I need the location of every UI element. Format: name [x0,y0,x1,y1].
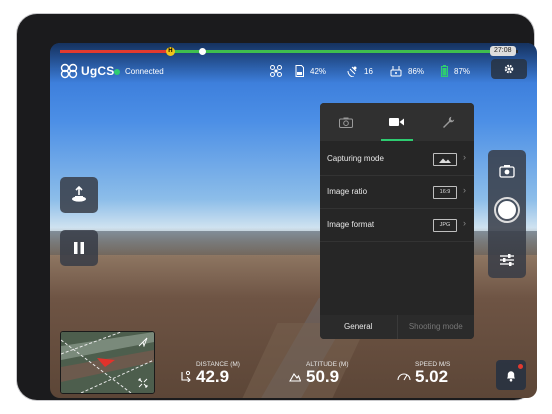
image-format-row[interactable]: Image format JPG › [320,209,474,242]
sd-card-status: 42% [295,65,326,77]
shutter-inner [498,201,516,219]
gear-icon [504,64,514,74]
camera-settings-tabs [320,103,474,141]
ugcs-logo-icon [60,63,78,79]
timeline-elapsed [60,50,170,53]
pause-icon [74,242,84,254]
timeline-knob[interactable] [198,48,206,55]
chevron-right-icon: › [463,218,466,228]
image-format-label: Image format [327,220,375,229]
notifications-button[interactable] [496,360,526,390]
image-format-value: JPG [433,219,457,232]
chevron-right-icon: › [463,185,466,195]
pause-button[interactable] [60,230,98,266]
tab-video[interactable] [371,103,422,141]
remote-battery-value: 86% [408,66,425,76]
tab-tools[interactable] [423,103,474,141]
camera-feed: H 27:08 UgCS Connected 42% 16 86% 87% Ca… [50,43,537,398]
flight-time-badge: 27:08 [490,46,516,56]
takeoff-icon [72,186,86,202]
video-camera-icon [389,118,405,126]
takeoff-button[interactable] [60,177,98,213]
drone-battery-value: 87% [454,66,471,76]
connection-label: Connected [125,67,164,76]
general-tab[interactable]: General [320,315,397,339]
timeline-remaining [169,50,496,53]
battery-icon [441,65,448,77]
app-logo: UgCS [60,63,114,79]
tab-photo[interactable] [320,103,371,141]
satellite-status: 16 [346,65,373,77]
top-status-bar: H 27:08 UgCS Connected 42% 16 86% 87% [50,43,537,83]
sd-card-value: 42% [310,66,327,76]
speedometer-icon [397,373,411,381]
expand-map-icon[interactable] [138,378,148,388]
sliders-icon [500,254,514,266]
mission-timeline[interactable]: H [60,47,518,56]
connection-dot [114,68,120,75]
satellite-icon [347,66,357,77]
sd-card-icon [295,65,304,77]
camera-adjust-button[interactable] [499,253,515,272]
drone-battery-status: 87% [441,65,470,77]
altitude-icon [289,373,301,382]
drone-icon [270,65,282,77]
image-ratio-row[interactable]: Image ratio 16:9 › [320,176,474,209]
camera-control-bar [488,150,526,278]
app-logo-text: UgCS [81,64,115,78]
chevron-right-icon: › [463,152,466,162]
image-icon [433,153,457,166]
remote-controller-icon [390,66,402,77]
wrench-icon [442,116,455,128]
altitude-value: 50.9 [306,367,340,386]
settings-button[interactable] [491,59,527,79]
mountain-image-icon [439,158,451,163]
shutter-button[interactable] [494,197,520,223]
image-ratio-value: 16:9 [433,186,457,199]
capturing-mode-label: Capturing mode [327,154,384,163]
camera-panel-footer: General Shooting mode [320,315,474,339]
speed-value: 5.02 [415,367,449,386]
shooting-mode-tab[interactable]: Shooting mode [396,315,475,339]
remote-battery-status: 86% [390,65,424,77]
camera-switch-icon [499,165,515,178]
satellite-count: 16 [364,66,373,76]
mini-map[interactable] [60,331,155,394]
image-ratio-label: Image ratio [327,187,368,196]
home-marker[interactable]: H [165,47,175,56]
tablet-frame: H 27:08 UgCS Connected 42% 16 86% 87% Ca… [17,14,537,400]
bell-icon [507,370,515,381]
camera-icon [338,117,353,128]
camera-switch-button[interactable] [499,164,515,183]
connection-status: Connected [114,67,164,76]
distance-value: 42.9 [196,367,230,386]
notification-badge [518,364,523,369]
capturing-mode-row[interactable]: Capturing mode › [320,143,474,176]
distance-icon [181,370,191,382]
camera-settings-panel: Capturing mode › Image ratio 16:9 › Imag… [320,103,474,339]
navigation-icon[interactable] [138,337,148,347]
drone-status[interactable] [270,65,288,77]
